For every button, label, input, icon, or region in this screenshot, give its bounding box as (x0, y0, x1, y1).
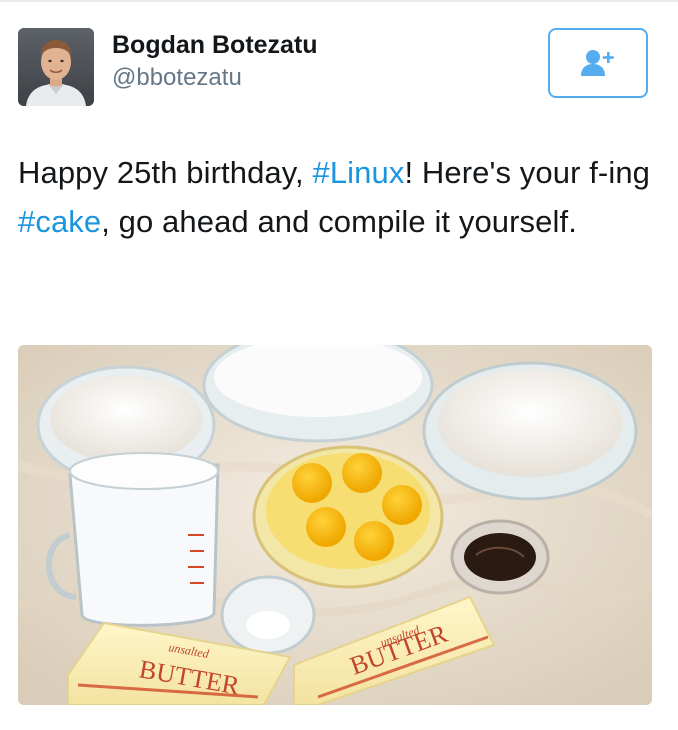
tweet-text-part: Happy 25th birthday, (18, 155, 313, 190)
salt-bowl (220, 575, 316, 655)
flour-bowl (422, 361, 638, 501)
follow-button[interactable] (548, 28, 648, 98)
avatar-photo (18, 28, 94, 106)
granulated-sugar-bowl (202, 345, 434, 443)
tweet-text: Happy 25th birthday, #Linux! Here's your… (18, 148, 658, 246)
tweet-text-part: ! Here's your f-ing (404, 155, 651, 190)
baking-ingredients-photo: BUTTER unsalted BUTTER unsalted (18, 345, 652, 705)
tweet-media-image[interactable]: BUTTER unsalted BUTTER unsalted (18, 345, 652, 705)
tweet-card: Bogdan Botezatu @bbotezatu Happy 25th bi… (0, 0, 678, 730)
milk-measuring-cup (45, 452, 220, 627)
follow-user-icon (581, 50, 614, 76)
hashtag-linux[interactable]: #Linux (312, 155, 404, 190)
user-info: Bogdan Botezatu @bbotezatu (112, 30, 318, 94)
user-handle[interactable]: @bbotezatu (112, 62, 318, 94)
top-divider (0, 0, 678, 2)
vanilla-bowl (450, 519, 550, 595)
eggs-bowl (252, 445, 444, 589)
tweet-header: Bogdan Botezatu @bbotezatu (18, 28, 658, 108)
hashtag-cake[interactable]: #cake (18, 204, 101, 239)
display-name[interactable]: Bogdan Botezatu (112, 30, 318, 60)
tweet-text-part: , go ahead and compile it yourself. (101, 204, 577, 239)
avatar[interactable] (18, 28, 94, 106)
